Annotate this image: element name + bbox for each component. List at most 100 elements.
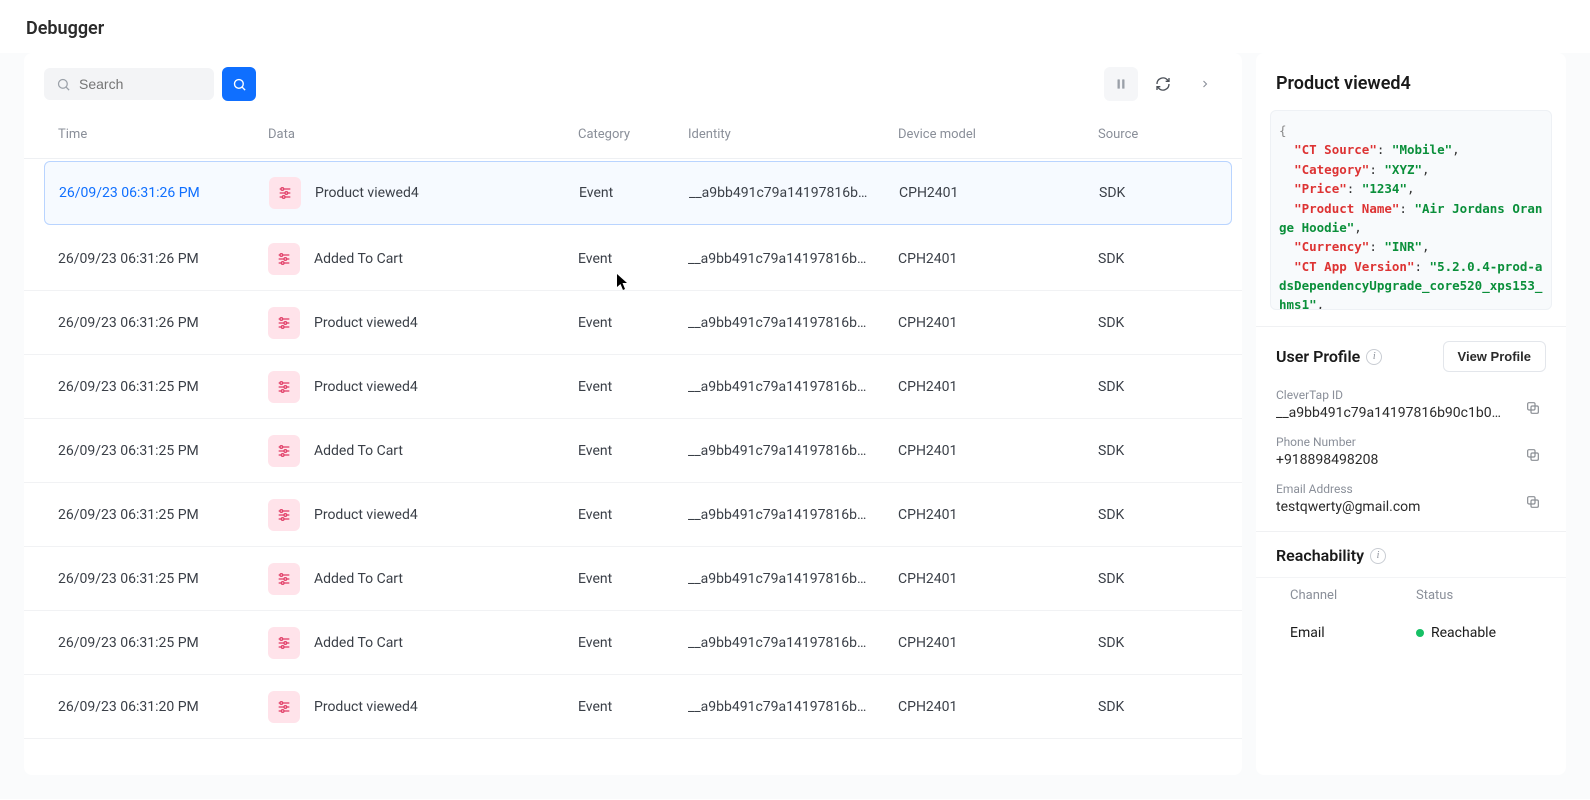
- reachability-label: Reachability: [1276, 546, 1364, 565]
- page-title: Debugger: [0, 0, 1590, 53]
- cell-category: Event: [578, 251, 688, 267]
- field-label: CleverTap ID: [1276, 388, 1508, 402]
- copy-button[interactable]: [1520, 442, 1546, 468]
- event-icon: [268, 627, 300, 659]
- cell-data: Added To Cart: [268, 563, 578, 595]
- reach-status: Reachable: [1416, 625, 1542, 641]
- profile-field: CleverTap ID __a9bb491c79a14197816b90c1b0…: [1256, 384, 1566, 431]
- cell-data: Product viewed4: [269, 177, 579, 209]
- event-icon: [268, 499, 300, 531]
- table-row[interactable]: 26/09/23 06:31:25 PMAdded To CartEvent__…: [24, 547, 1242, 611]
- cell-time: 26/09/23 06:31:26 PM: [58, 251, 268, 267]
- profile-field: Phone Number+918898498208: [1256, 431, 1566, 478]
- col-device: Device model: [898, 127, 1098, 142]
- field-value: __a9bb491c79a14197816b90c1b09d...: [1276, 405, 1508, 421]
- cell-device: CPH2401: [898, 699, 1098, 715]
- event-name: Product viewed4: [314, 699, 418, 715]
- user-profile-label: User Profile: [1276, 347, 1360, 366]
- table-row[interactable]: 26/09/23 06:31:26 PMAdded To CartEvent__…: [24, 227, 1242, 291]
- detail-title: Product viewed4: [1256, 53, 1566, 110]
- cell-category: Event: [578, 379, 688, 395]
- cell-source: SDK: [1098, 443, 1198, 459]
- event-name: Added To Cart: [314, 443, 403, 459]
- refresh-button[interactable]: [1146, 67, 1180, 101]
- field-label: Email Address: [1276, 482, 1508, 496]
- user-profile-section: User Profile i View Profile: [1256, 326, 1566, 384]
- event-name: Added To Cart: [314, 251, 403, 267]
- event-icon: [268, 243, 300, 275]
- view-profile-button[interactable]: View Profile: [1443, 341, 1546, 372]
- table-row[interactable]: 26/09/23 06:31:25 PMAdded To CartEvent__…: [24, 419, 1242, 483]
- table-row[interactable]: 26/09/23 06:31:25 PM Product viewed4 Event…: [24, 355, 1242, 419]
- cell-device: CPH2401: [898, 315, 1098, 331]
- table-row[interactable]: 26/09/23 06:31:20 PM Product viewed4 Event…: [24, 675, 1242, 739]
- cell-time: 26/09/23 06:31:25 PM: [58, 507, 268, 523]
- cell-time: 26/09/23 06:31:25 PM: [58, 443, 268, 459]
- cell-device: CPH2401: [898, 443, 1098, 459]
- event-name: Added To Cart: [314, 571, 403, 587]
- reach-col-status: Status: [1416, 588, 1542, 603]
- cell-category: Event: [578, 571, 688, 587]
- copy-button[interactable]: [1520, 395, 1546, 421]
- reach-header: Channel Status: [1256, 577, 1566, 615]
- cell-device: CPH2401: [898, 379, 1098, 395]
- cell-identity: __a9bb491c79a14197816b90c...: [689, 185, 869, 201]
- cell-category: Event: [578, 315, 688, 331]
- table-row[interactable]: 26/09/23 06:31:25 PMProduct viewed4Event…: [24, 483, 1242, 547]
- table-body: 26/09/23 06:31:26 PMProduct viewed4Event…: [24, 159, 1242, 759]
- cell-source: SDK: [1098, 635, 1198, 651]
- cell-time: 26/09/23 06:31:26 PM: [58, 315, 268, 331]
- pause-button[interactable]: [1104, 67, 1138, 101]
- cell-data: Product viewed4: [268, 499, 578, 531]
- col-data: Data: [268, 127, 578, 142]
- event-name: Product viewed4: [314, 379, 418, 395]
- event-name: Product viewed4: [314, 315, 418, 331]
- cell-device: CPH2401: [899, 185, 1099, 201]
- field-value: testqwerty@gmail.com: [1276, 499, 1508, 515]
- cell-time: 26/09/23 06:31:25 PM: [58, 379, 268, 395]
- cell-category: Event: [578, 699, 688, 715]
- table-row[interactable]: 26/09/23 06:31:26 PM Product viewed4 Event…: [24, 291, 1242, 355]
- event-icon: [268, 563, 300, 595]
- cell-identity: __a9bb491c79a14197816b90c...: [688, 507, 868, 523]
- cell-identity: __a9bb491c79a14197816b90c...: [688, 635, 868, 651]
- reach-channel: Email: [1290, 625, 1416, 641]
- event-json: { "CT Source": "Mobile", "Category": "XY…: [1270, 110, 1552, 310]
- copy-button[interactable]: [1520, 489, 1546, 515]
- status-dot-icon: [1416, 629, 1424, 637]
- cell-identity: __a9bb491c79a14197816b90c...: [688, 571, 868, 587]
- toolbar: [24, 67, 1242, 111]
- field-label: Phone Number: [1276, 435, 1508, 449]
- table-row[interactable]: 26/09/23 06:31:25 PMAdded To CartEvent__…: [24, 611, 1242, 675]
- cell-time: 26/09/23 06:31:26 PM: [59, 185, 269, 201]
- info-icon[interactable]: i: [1366, 349, 1382, 365]
- collapse-panel-button[interactable]: [1188, 67, 1222, 101]
- reachability-section: Reachability i: [1256, 531, 1566, 577]
- cell-data: Added To Cart: [268, 243, 578, 275]
- cell-source: SDK: [1099, 185, 1199, 201]
- info-icon[interactable]: i: [1370, 548, 1386, 564]
- cell-category: Event: [578, 507, 688, 523]
- reach-row: EmailReachable: [1256, 615, 1566, 651]
- profile-field: Email Address testqwerty@gmail.com: [1256, 478, 1566, 525]
- reach-col-channel: Channel: [1290, 588, 1416, 603]
- event-name: Added To Cart: [314, 635, 403, 651]
- cell-source: SDK: [1098, 507, 1198, 523]
- cell-source: SDK: [1098, 315, 1198, 331]
- event-icon: [269, 177, 301, 209]
- table-row[interactable]: 26/09/23 06:31:26 PMProduct viewed4Event…: [44, 161, 1232, 225]
- search-box[interactable]: [44, 68, 214, 100]
- cell-identity: __a9bb491c79a14197816b90c...: [688, 699, 868, 715]
- cell-identity: __a9bb491c79a14197816b90c...: [688, 379, 868, 395]
- events-panel: Time Data Category Identity Device model…: [24, 53, 1242, 775]
- cell-category: Event: [579, 185, 689, 201]
- search-button[interactable]: [222, 67, 256, 101]
- cell-source: SDK: [1098, 571, 1198, 587]
- col-category: Category: [578, 127, 688, 142]
- col-source: Source: [1098, 127, 1198, 142]
- search-input[interactable]: [79, 76, 202, 92]
- cell-source: SDK: [1098, 699, 1198, 715]
- cell-category: Event: [578, 443, 688, 459]
- col-identity: Identity: [688, 127, 898, 142]
- cell-time: 26/09/23 06:31:20 PM: [58, 699, 268, 715]
